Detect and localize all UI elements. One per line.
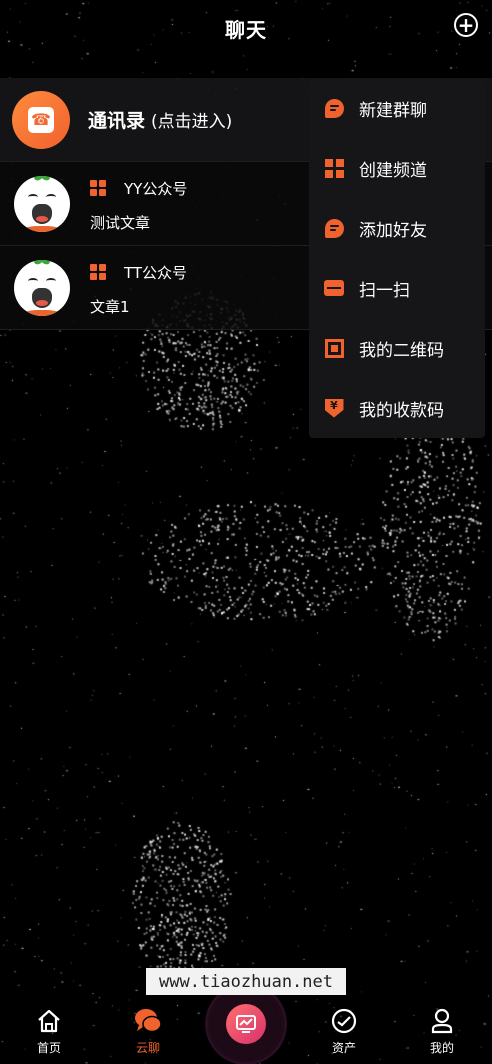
- chat-bubble-icon: [324, 98, 344, 118]
- chat-name: TT公众号: [124, 264, 188, 282]
- menu-item-payment-code[interactable]: ¥ 我的收款码: [309, 378, 485, 438]
- phone-book-icon: ☎: [12, 90, 70, 149]
- official-account-icon: [90, 179, 108, 198]
- chat-preview: 测试文章: [90, 214, 151, 232]
- chat-preview: 文章1: [90, 298, 130, 316]
- plus-dropdown-menu: 新建群聊 创建频道 添加好友 扫一扫 我的二维码 ¥ 我的收款码: [309, 78, 485, 438]
- tab-label: 首页: [36, 1041, 61, 1055]
- tab-label: 云聊: [135, 1041, 160, 1055]
- scan-icon: [324, 278, 344, 298]
- plus-circle-icon[interactable]: +: [454, 13, 478, 37]
- top-header: 聊天 +: [0, 0, 492, 56]
- tab-label: 我的: [429, 1041, 454, 1055]
- menu-item-label: 我的收款码: [359, 400, 444, 421]
- bottom-tabbar: 首页 云聊 资产 我的: [0, 986, 492, 1064]
- menu-item-label: 新建群聊: [359, 100, 427, 121]
- user-icon: [412, 1006, 472, 1036]
- tab-chat[interactable]: 云聊: [118, 1006, 178, 1056]
- page-title: 聊天: [225, 17, 267, 42]
- menu-item-create-channel[interactable]: 创建频道: [309, 138, 485, 198]
- contacts-hint: (点击进入): [151, 112, 233, 132]
- watermark: www.tiaozhuan.net: [146, 968, 346, 995]
- chat-icon: [118, 1006, 178, 1036]
- grid-icon: [324, 158, 344, 178]
- tab-asset[interactable]: 资产: [314, 1006, 374, 1056]
- tab-label: 资产: [331, 1041, 356, 1055]
- tab-mine[interactable]: 我的: [412, 1006, 472, 1056]
- menu-item-my-qrcode[interactable]: 我的二维码: [309, 318, 485, 378]
- menu-item-label: 扫一扫: [359, 280, 410, 301]
- check-circle-icon: [314, 1006, 374, 1036]
- menu-item-label: 添加好友: [359, 220, 427, 241]
- avatar: [14, 260, 70, 316]
- home-icon: [19, 1006, 79, 1036]
- payment-code-icon: ¥: [324, 398, 344, 418]
- menu-item-label: 我的二维码: [359, 340, 444, 361]
- contacts-title: 通讯录: [88, 110, 146, 132]
- chat-bubble-icon: [324, 218, 344, 238]
- tab-home[interactable]: 首页: [19, 1006, 79, 1056]
- menu-item-add-friend[interactable]: 添加好友: [309, 198, 485, 258]
- official-account-icon: [90, 263, 108, 282]
- qrcode-icon: [324, 338, 344, 358]
- avatar: [14, 176, 70, 232]
- menu-item-scan[interactable]: 扫一扫: [309, 258, 485, 318]
- trend-chart-icon: [226, 1004, 266, 1044]
- menu-item-label: 创建频道: [359, 160, 427, 181]
- chat-name: YY公众号: [124, 180, 188, 198]
- menu-item-new-group[interactable]: 新建群聊: [309, 78, 485, 138]
- center-action-button[interactable]: [208, 986, 284, 1062]
